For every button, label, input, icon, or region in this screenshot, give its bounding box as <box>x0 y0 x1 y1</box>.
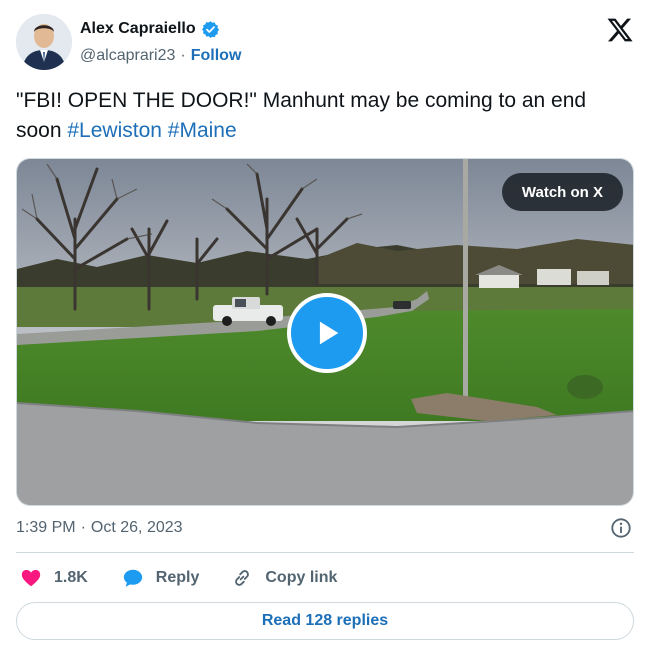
read-replies-button[interactable]: Read 128 replies <box>16 602 634 640</box>
like-button[interactable]: 1.8K <box>20 567 88 589</box>
play-button[interactable] <box>287 293 367 373</box>
hashtag-maine[interactable]: #Maine <box>168 119 237 142</box>
tweet-time[interactable]: 1:39 PM <box>16 519 76 537</box>
x-logo-icon[interactable] <box>606 16 634 44</box>
verified-badge-icon <box>201 20 219 38</box>
play-icon <box>319 321 339 345</box>
action-bar: 1.8K Reply Copy link <box>16 564 634 592</box>
tweet-meta: 1:39 PM · Oct 26, 2023 <box>16 516 634 540</box>
author-handle[interactable]: @alcaprari23 <box>80 47 175 65</box>
reply-label: Reply <box>155 569 200 586</box>
meta-separator: · <box>80 519 86 536</box>
video-media[interactable]: Watch on X <box>16 158 634 506</box>
link-icon <box>235 570 250 586</box>
copy-link-label: Copy link <box>265 569 338 586</box>
name-row: Alex Capraiello <box>80 18 241 40</box>
reply-button[interactable]: Reply <box>122 567 200 589</box>
tweet-text: "FBI! OPEN THE DOOR!" Manhunt may be com… <box>16 86 634 146</box>
author-name[interactable]: Alex Capraiello <box>80 20 196 38</box>
watch-on-x-button[interactable]: Watch on X <box>501 173 623 211</box>
info-icon[interactable] <box>610 517 632 539</box>
avatar[interactable] <box>16 14 72 70</box>
like-count: 1.8K <box>54 569 88 586</box>
handle-row: @alcaprari23 · Follow <box>80 45 241 67</box>
hashtag-lewiston[interactable]: #Lewiston <box>67 119 162 142</box>
reply-bubble-icon <box>123 569 142 587</box>
follow-button[interactable]: Follow <box>191 47 242 65</box>
tweet-date[interactable]: Oct 26, 2023 <box>91 519 183 537</box>
handle-separator: · <box>180 47 186 64</box>
copy-link-button[interactable]: Copy link <box>231 567 337 589</box>
avatar-photo <box>16 14 72 70</box>
author-block: Alex Capraiello @alcaprari23 · Follow <box>80 18 241 67</box>
divider <box>16 552 634 553</box>
heart-icon <box>21 569 41 587</box>
tweet-header: Alex Capraiello @alcaprari23 · Follow <box>16 12 634 74</box>
